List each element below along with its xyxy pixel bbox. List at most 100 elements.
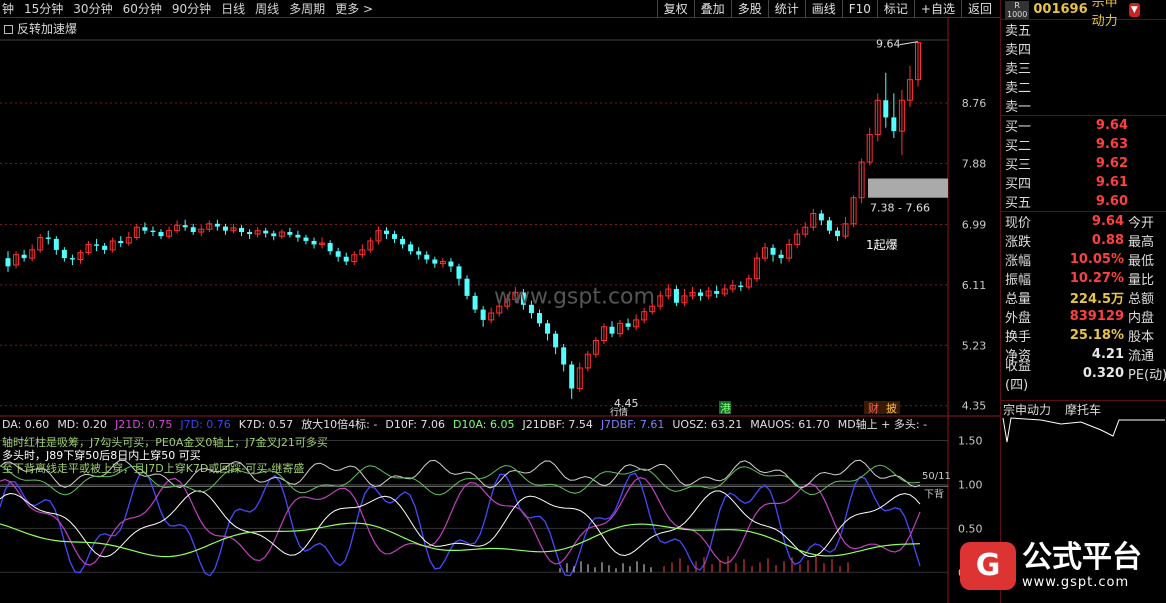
tab-minute[interactable]: 钟 bbox=[2, 0, 14, 17]
sub-tick-label: 0.50 bbox=[958, 522, 983, 535]
f10-button[interactable]: F10 bbox=[841, 0, 877, 18]
candle-body bbox=[263, 230, 269, 234]
tab-more[interactable]: 更多 > bbox=[335, 0, 373, 17]
candle-body bbox=[222, 226, 228, 231]
chart-grid bbox=[0, 18, 1000, 603]
add-watchlist-button[interactable]: +自选 bbox=[913, 0, 961, 18]
mark-button[interactable]: 标记 bbox=[876, 0, 914, 18]
fuquan-button[interactable]: 复权 bbox=[656, 0, 694, 18]
tab-multi-period[interactable]: 多周期 bbox=[289, 0, 325, 17]
candle-body bbox=[673, 289, 679, 303]
buy-row: 买一 9.64 bbox=[1005, 118, 1128, 135]
mini-sector-tab[interactable]: 摩托车 bbox=[1065, 401, 1101, 417]
gang-marker: 港 bbox=[720, 402, 731, 415]
price-tick-label: 4.35 bbox=[962, 400, 987, 413]
mini-sparkline bbox=[1002, 417, 1165, 443]
candle-body bbox=[826, 220, 832, 231]
indicator-note: 至下背离线走平或被上穿，且J7D上穿K7D或回踩-可买-继寄盛 bbox=[2, 461, 304, 475]
candle-body bbox=[456, 266, 462, 279]
price-tick-label: 6.99 bbox=[962, 218, 987, 231]
candle-body bbox=[311, 240, 317, 245]
chart-labels: 8.767.886.996.115.234.357.38 - 7.669.644… bbox=[2, 38, 986, 580]
candle-body bbox=[5, 258, 11, 267]
legend-item: MD轴上 + 多头: - bbox=[838, 417, 927, 431]
back-button[interactable]: 返回 bbox=[960, 0, 998, 18]
candle-body bbox=[61, 249, 67, 259]
kline-chart[interactable]: 8.767.886.996.115.234.357.38 - 7.669.644… bbox=[0, 18, 1000, 603]
quote-row: 涨跌 0.88 最高 bbox=[1005, 233, 1155, 250]
candle-body bbox=[891, 117, 897, 132]
candle-body bbox=[698, 292, 704, 296]
quote-panel: R 1000 001696 宗申动力 ▼ 卖五 卖四 卖三 卖二 卖一 买一 9.6… bbox=[1000, 0, 1166, 603]
brand-url: www.gspt.com bbox=[1022, 575, 1130, 590]
candle-body bbox=[537, 313, 543, 324]
sub-tick-label: 1.50 bbox=[958, 435, 983, 448]
overlay-button[interactable]: 叠加 bbox=[693, 0, 731, 18]
candle-body bbox=[45, 237, 51, 239]
gspt-logo-icon: G bbox=[960, 541, 1016, 590]
resistance-band bbox=[868, 178, 948, 198]
candle-body bbox=[770, 247, 776, 255]
price-tick-label: 8.76 bbox=[962, 97, 987, 110]
indicator-note: 轴时红柱是吸筹，J7勾头可买，PE0A金叉0轴上，J7金叉J21可多买 bbox=[2, 435, 328, 449]
period-tabs: 钟 15分钟 30分钟 60分钟 90分钟 日线 周线 多周期 更多 > bbox=[0, 0, 373, 18]
buy-row: 买五 9.60 bbox=[1005, 194, 1128, 211]
candle-body bbox=[21, 254, 27, 259]
buy-orders: 买一 9.64 买二 9.63 买三 9.62 买四 9.61 买五 9.60 bbox=[1001, 116, 1166, 212]
quote-row: 涨幅 10.05% 最低 bbox=[1005, 252, 1155, 269]
watermark: www.gspt.com bbox=[494, 284, 655, 309]
candle-body bbox=[609, 326, 615, 334]
candle-body bbox=[150, 230, 156, 233]
mini-chart-header: 宗申动力 摩托车 bbox=[1001, 400, 1166, 417]
quote-row: 换手 25.18% 股本 bbox=[1005, 328, 1155, 345]
tab-daily[interactable]: 日线 bbox=[221, 0, 245, 17]
tab-15min[interactable]: 15分钟 bbox=[24, 0, 63, 17]
sell-row: 卖四 bbox=[1005, 43, 1032, 58]
stock-name: 宗申动力 bbox=[1091, 0, 1118, 29]
dropdown-icon[interactable]: ▼ bbox=[1128, 2, 1140, 17]
quote-stats: 现价 9.64 今开 涨跌 0.88 最高 涨幅 10.05% 最低 振幅 10.27% 量比 … bbox=[1001, 212, 1166, 393]
legend-item: 放大10倍4标: - bbox=[301, 417, 377, 431]
quote-row: 现价 9.64 今开 bbox=[1005, 214, 1155, 231]
candle-body bbox=[883, 100, 889, 118]
candle-body bbox=[424, 254, 430, 260]
collapse-icon[interactable] bbox=[4, 25, 13, 34]
sell-row: 卖三 bbox=[1005, 62, 1032, 77]
candle-body bbox=[69, 258, 75, 260]
candle-body bbox=[416, 251, 422, 255]
tab-60min[interactable]: 60分钟 bbox=[123, 0, 162, 17]
top-toolbar: 钟 15分钟 30分钟 60分钟 90分钟 日线 周线 多周期 更多 > 复权 … bbox=[0, 0, 1166, 18]
tab-weekly[interactable]: 周线 bbox=[255, 0, 279, 17]
multi-stock-button[interactable]: 多股 bbox=[730, 0, 768, 18]
buy-row: 买四 9.61 bbox=[1005, 175, 1128, 192]
candle-body bbox=[343, 256, 349, 262]
tab-30min[interactable]: 30分钟 bbox=[73, 0, 112, 17]
stock-code: 001696 bbox=[1033, 2, 1088, 17]
tab-90min[interactable]: 90分钟 bbox=[172, 0, 211, 17]
price-tick-label: 5.23 bbox=[962, 339, 987, 352]
legend-item: MD: 0.20 bbox=[57, 418, 107, 431]
candle-body bbox=[834, 230, 840, 237]
candle-body bbox=[625, 323, 631, 327]
draw-line-button[interactable]: 画线 bbox=[804, 0, 842, 18]
sell-row: 卖二 bbox=[1005, 81, 1032, 96]
candle-body bbox=[335, 251, 341, 257]
sub-tick-label: 1.00 bbox=[958, 478, 983, 491]
candle-body bbox=[464, 278, 470, 296]
buy-row: 买三 9.62 bbox=[1005, 156, 1128, 173]
legend-item: DA: 0.60 bbox=[2, 418, 49, 431]
candle-body bbox=[545, 323, 551, 334]
down-divergence-label: 下背 bbox=[924, 488, 944, 501]
candle-body bbox=[303, 237, 309, 241]
candle-body bbox=[239, 227, 245, 233]
quote-row: 收益(四) 0.320 PE(动) bbox=[1005, 358, 1166, 393]
legend-item: J7DBF: 7.61 bbox=[600, 418, 664, 431]
sell-orders: 卖五 卖四 卖三 卖二 卖一 bbox=[1001, 20, 1166, 116]
k7d-line bbox=[0, 490, 921, 558]
sell-row: 卖五 bbox=[1005, 24, 1032, 39]
candle-body bbox=[118, 240, 124, 244]
statistics-button[interactable]: 统计 bbox=[767, 0, 805, 18]
indicator-name: 反转加速爆 bbox=[4, 20, 77, 37]
legend-item: K7D: 0.57 bbox=[239, 418, 293, 431]
candle-body bbox=[94, 244, 100, 246]
